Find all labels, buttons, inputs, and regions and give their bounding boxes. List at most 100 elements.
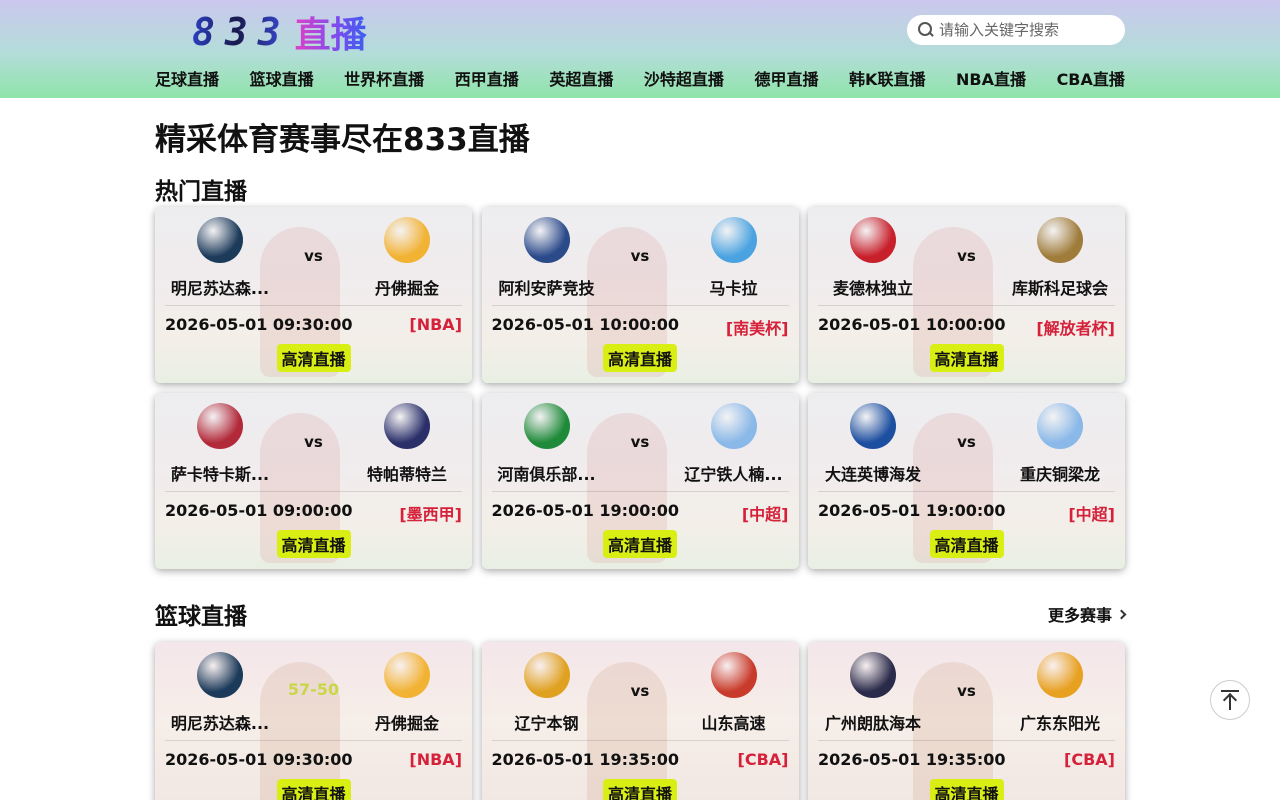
league-tag: [墨西甲] <box>399 505 462 524</box>
match-card[interactable]: 明尼苏达森... vs 丹佛掘金 2026-05-01 09:30:00 [NBA] 高清… <box>155 207 472 383</box>
basketball-section-title: 篮球直播 <box>155 604 247 630</box>
back-to-top-button[interactable] <box>1210 680 1250 720</box>
nav-item-saudi-league[interactable]: 沙特超直播 <box>644 66 724 90</box>
hd-live-button[interactable]: 高清直播 <box>929 530 1004 558</box>
away-team-logo <box>1037 652 1083 698</box>
match-card[interactable]: 广州朗肽海本 vs 广东东阳光 2026-05-01 19:35:00 [CBA] 高清直… <box>808 642 1125 800</box>
away-team-name: 重庆铜梁龙 <box>1019 465 1100 484</box>
hd-live-button[interactable]: 高清直播 <box>276 344 351 372</box>
league-tag: [CBA] <box>1064 750 1115 769</box>
away-team-name: 特帕蒂特兰 <box>366 465 447 484</box>
match-time: 2026-05-01 09:30:00 <box>165 315 353 334</box>
more-matches-link[interactable]: 更多赛事 <box>1048 602 1127 626</box>
away-team-logo <box>1037 217 1083 263</box>
page-title: 精采体育赛事尽在833直播 <box>155 122 530 158</box>
away-team: 马卡拉 <box>669 217 799 299</box>
home-team-name: 阿利安萨竞技 <box>498 279 595 298</box>
hd-live-button[interactable]: 高清直播 <box>929 344 1004 372</box>
card-divider <box>165 740 462 741</box>
site-logo[interactable]: 833 直播 <box>192 8 367 56</box>
away-team: 特帕蒂特兰 <box>342 403 472 485</box>
search-input[interactable] <box>939 21 1119 39</box>
hot-section-header: 热门直播 <box>155 174 1125 205</box>
match-card[interactable]: 阿利安萨竞技 vs 马卡拉 2026-05-01 10:00:00 [南美杯] 高清直播 <box>481 207 799 383</box>
nav-item-football[interactable]: 足球直播 <box>155 66 219 90</box>
card-divider <box>818 305 1115 306</box>
match-time: 2026-05-01 09:00:00 <box>165 501 353 520</box>
away-team-name: 库斯科足球会 <box>1011 279 1108 298</box>
league-tag: [CBA] <box>737 750 789 769</box>
away-team-name: 丹佛掘金 <box>374 279 439 298</box>
arrow-up-icon <box>1221 690 1239 710</box>
nav-item-premier-league[interactable]: 英超直播 <box>549 66 613 90</box>
nav-item-basketball[interactable]: 篮球直播 <box>250 66 314 90</box>
match-time: 2026-05-01 09:30:00 <box>165 750 353 769</box>
away-team: 丹佛掘金 <box>342 652 472 734</box>
away-team: 库斯科足球会 <box>995 217 1125 299</box>
nav-item-cba[interactable]: CBA直播 <box>1057 66 1125 90</box>
search-box[interactable] <box>907 15 1125 45</box>
home-team-name: 大连英博海发 <box>824 465 921 484</box>
away-team: 辽宁铁人楠... <box>669 403 799 485</box>
nav-item-laliga[interactable]: 西甲直播 <box>455 66 519 90</box>
hd-live-button[interactable]: 高清直播 <box>602 530 678 558</box>
home-team-name: 广州朗肽海本 <box>824 714 921 733</box>
away-team-name: 广东东阳光 <box>1019 714 1100 733</box>
away-team: 丹佛掘金 <box>342 217 472 299</box>
away-team: 广东东阳光 <box>995 652 1125 734</box>
league-tag: [中超] <box>741 505 789 524</box>
league-tag: [解放者杯] <box>1036 319 1115 338</box>
basketball-section-header: 篮球直播 更多赛事 <box>155 597 1127 631</box>
main-content: 精采体育赛事尽在833直播 热门直播 明尼苏达森... vs 丹佛掘金 2026-05… <box>155 98 1127 800</box>
chevron-right-icon <box>1116 609 1127 619</box>
main-nav: 足球直播 篮球直播 世界杯直播 西甲直播 英超直播 沙特超直播 德甲直播 韩K联… <box>155 66 1125 90</box>
away-team-logo <box>710 652 757 698</box>
match-time: 2026-05-01 19:35:00 <box>491 750 680 769</box>
away-team-name: 马卡拉 <box>709 279 758 298</box>
card-divider <box>491 740 789 741</box>
match-card[interactable]: 萨卡特卡斯... vs 特帕蒂特兰 2026-05-01 09:00:00 [墨西甲] 高… <box>155 393 472 569</box>
search-icon[interactable] <box>917 21 935 39</box>
home-team-name: 辽宁本钢 <box>514 714 579 733</box>
match-time: 2026-05-01 19:00:00 <box>818 501 1006 520</box>
match-card[interactable]: 明尼苏达森... 57-50 丹佛掘金 2026-05-01 09:30:00 [NBA… <box>155 642 472 800</box>
away-team: 山东高速 <box>669 652 799 734</box>
match-card[interactable]: 辽宁本钢 vs 山东高速 2026-05-01 19:35:00 [CBA] 高清直播 <box>481 642 799 800</box>
league-tag: [NBA] <box>409 315 462 334</box>
away-team-logo <box>384 403 430 449</box>
match-card[interactable]: 麦德林独立 vs 库斯科足球会 2026-05-01 10:00:00 [解放者杯] 高清… <box>808 207 1125 383</box>
logo-text: 直播 <box>295 6 367 58</box>
hd-live-button[interactable]: 高清直播 <box>602 779 678 800</box>
nav-item-k-league[interactable]: 韩K联直播 <box>849 66 925 90</box>
card-divider <box>165 491 462 492</box>
match-time: 2026-05-01 19:00:00 <box>491 501 680 520</box>
hd-live-button[interactable]: 高清直播 <box>602 344 678 372</box>
nav-item-bundesliga[interactable]: 德甲直播 <box>754 66 818 90</box>
hd-live-button[interactable]: 高清直播 <box>929 779 1004 800</box>
away-team-logo <box>384 652 430 698</box>
hd-live-button[interactable]: 高清直播 <box>276 530 351 558</box>
hot-section-title: 热门直播 <box>155 179 247 205</box>
away-team: 重庆铜梁龙 <box>995 403 1125 485</box>
away-team-logo <box>1037 403 1083 449</box>
logo-digits: 833 <box>192 10 291 54</box>
home-team-name: 河南俱乐部... <box>497 465 596 484</box>
away-team-name: 丹佛掘金 <box>374 714 439 733</box>
match-card[interactable]: 大连英博海发 vs 重庆铜梁龙 2026-05-01 19:00:00 [中超] 高清直播 <box>808 393 1125 569</box>
home-team-name: 萨卡特卡斯... <box>170 465 270 484</box>
away-team-name: 山东高速 <box>701 714 766 733</box>
away-team-name: 辽宁铁人楠... <box>684 465 783 484</box>
nav-item-nba[interactable]: NBA直播 <box>956 66 1026 90</box>
nav-item-worldcup[interactable]: 世界杯直播 <box>344 66 424 90</box>
league-tag: [NBA] <box>409 750 462 769</box>
match-card[interactable]: 河南俱乐部... vs 辽宁铁人楠... 2026-05-01 19:00:00 [中超… <box>481 393 799 569</box>
away-team-logo <box>384 217 430 263</box>
match-time: 2026-05-01 10:00:00 <box>818 315 1006 334</box>
hd-live-button[interactable]: 高清直播 <box>276 779 351 800</box>
card-divider <box>818 491 1115 492</box>
hot-match-grid: 明尼苏达森... vs 丹佛掘金 2026-05-01 09:30:00 [NBA] 高清… <box>155 207 1125 569</box>
card-divider <box>491 305 789 306</box>
away-team-logo <box>710 217 757 263</box>
match-time: 2026-05-01 10:00:00 <box>491 315 680 334</box>
card-divider <box>165 305 462 306</box>
